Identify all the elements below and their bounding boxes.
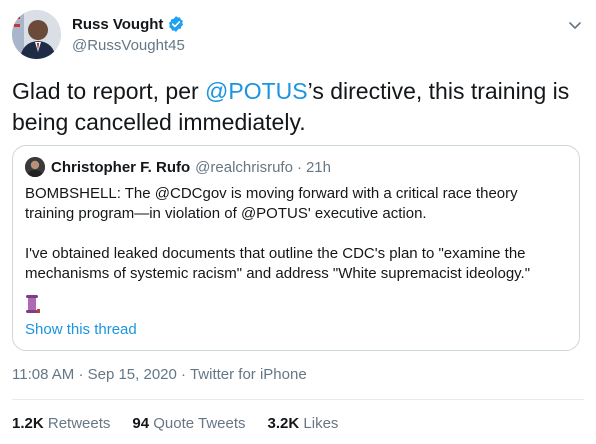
show-thread-link[interactable]: Show this thread: [25, 321, 137, 338]
likes-count: 3.2K: [267, 415, 300, 432]
tweet-header: Russ Vought @RussVought45: [12, 10, 584, 62]
mention-link[interactable]: @POTUS: [205, 78, 308, 104]
likes-label: Likes: [303, 415, 339, 432]
retweets-count: 1.2K: [12, 415, 44, 432]
tweet-card: Russ Vought @RussVought45 Glad to report…: [0, 0, 596, 444]
quoted-tweet-header: Christopher F. Rufo @realchrisrufo · 21h: [25, 157, 331, 177]
likes-stat[interactable]: 3.2K Likes: [268, 415, 339, 432]
tweet-stats: 1.2K Retweets 94 Quote Tweets 3.2K Likes: [12, 415, 360, 432]
divider: [12, 399, 584, 400]
quoted-tweet[interactable]: Christopher F. Rufo @realchrisrufo · 21h…: [12, 145, 580, 351]
tweet-date[interactable]: Sep 15, 2020: [88, 366, 177, 383]
tweet-text-before: Glad to report, per: [12, 78, 206, 104]
meta-separator: ·: [181, 366, 187, 383]
quote-tweets-label: Quote Tweets: [153, 415, 246, 432]
quoted-paragraph: I've obtained leaked documents that outl…: [25, 245, 531, 282]
quote-tweets-count: 94: [132, 415, 150, 432]
tweet-meta: 11:08 AM · Sep 15, 2020 · Twitter for iP…: [12, 366, 307, 383]
author-display-name[interactable]: Russ Vought: [72, 16, 163, 33]
author-names: Russ Vought @RussVought45: [72, 14, 185, 55]
retweets-stat[interactable]: 1.2K Retweets: [12, 415, 110, 432]
author-handle[interactable]: @RussVought45: [72, 37, 185, 54]
scroll-emoji-icon: [25, 294, 41, 314]
tweet-text: Glad to report, per @POTUS’s directive, …: [12, 76, 584, 138]
quoted-age: 21h: [305, 158, 331, 176]
retweets-label: Retweets: [47, 415, 111, 432]
tweet-source[interactable]: Twitter for iPhone: [190, 366, 307, 383]
quoted-tweet-body: BOMBSHELL: The @CDCgov is moving forward…: [25, 184, 570, 284]
tweet-time[interactable]: 11:08 AM: [12, 366, 74, 383]
quoted-display-name: Christopher F. Rufo: [51, 158, 191, 176]
author-avatar[interactable]: [12, 10, 61, 59]
quoted-paragraph: BOMBSHELL: The @CDCgov is moving forward…: [25, 185, 518, 222]
quoted-handle: @realchrisrufo: [195, 158, 293, 176]
quoted-author-avatar: [25, 157, 45, 177]
chevron-down-icon[interactable]: [566, 16, 584, 34]
verified-badge-icon: [167, 15, 185, 33]
meta-separator: ·: [78, 366, 84, 383]
quote-tweets-stat[interactable]: 94 Quote Tweets: [132, 415, 245, 432]
quoted-separator: ·: [296, 158, 302, 176]
